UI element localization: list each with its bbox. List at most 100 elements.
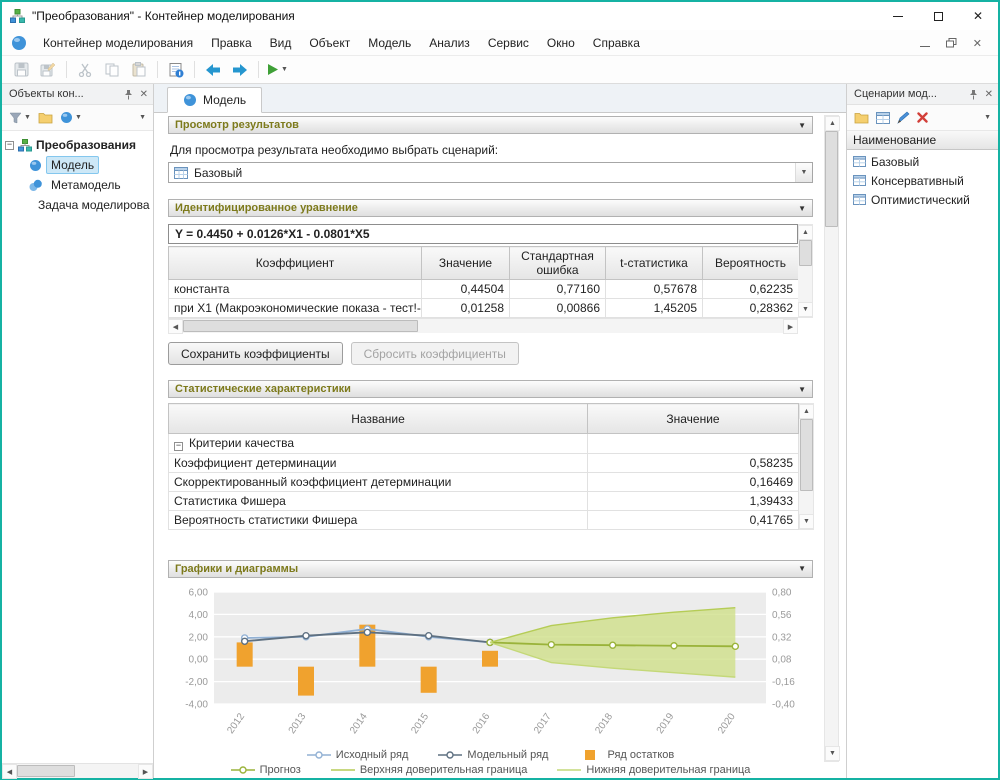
- menu-model[interactable]: Модель: [359, 32, 420, 54]
- filter-button[interactable]: ▼: [7, 107, 33, 129]
- coefficients-hscrollbar: ◀ ▶: [168, 318, 798, 333]
- scroll-thumb[interactable]: [799, 240, 812, 266]
- scroll-thumb[interactable]: [17, 765, 75, 777]
- scroll-up-button[interactable]: ▲: [799, 404, 814, 419]
- collapse-arrow-icon[interactable]: ▼: [798, 204, 806, 213]
- app-menu-button[interactable]: [6, 32, 32, 54]
- scenario-item-optimistic[interactable]: Оптимистический: [847, 190, 998, 209]
- table-row[interactable]: Статистика Фишера 1,39433: [169, 491, 799, 510]
- new-scenario-button[interactable]: [874, 107, 892, 129]
- menu-analysis[interactable]: Анализ: [420, 32, 479, 54]
- forward-button[interactable]: [227, 58, 253, 82]
- table-row[interactable]: Вероятность статистики Фишера 0,41765: [169, 510, 799, 529]
- scroll-thumb[interactable]: [825, 131, 838, 227]
- menu-service[interactable]: Сервис: [479, 32, 538, 54]
- column-header-name[interactable]: Название: [169, 404, 588, 434]
- collapse-expander[interactable]: [174, 442, 183, 451]
- table-row[interactable]: Скорректированный коэффициент детерминац…: [169, 472, 799, 491]
- scroll-down-button[interactable]: ▼: [825, 746, 840, 761]
- paste-button[interactable]: [126, 58, 152, 82]
- scroll-up-button[interactable]: ▲: [798, 225, 813, 240]
- table-group-row[interactable]: Критерии качества: [169, 434, 799, 454]
- new-folder-button[interactable]: [852, 107, 871, 129]
- scenario-item-conservative[interactable]: Консервативный: [847, 171, 998, 190]
- equation-section-header[interactable]: Идентифицированное уравнение ▼: [168, 199, 813, 217]
- column-header[interactable]: Вероятность: [703, 247, 799, 280]
- panel-close-button[interactable]: ✕: [985, 89, 993, 100]
- scroll-thumb[interactable]: [183, 320, 418, 332]
- pin-button[interactable]: [968, 89, 979, 100]
- scenario-icon: [174, 167, 188, 179]
- menu-object[interactable]: Объект: [300, 32, 359, 54]
- scroll-right-button[interactable]: ▶: [138, 764, 153, 779]
- save-button[interactable]: [8, 58, 34, 82]
- menu-window[interactable]: Окно: [538, 32, 584, 54]
- results-section-header[interactable]: Просмотр результатов ▼: [168, 116, 813, 134]
- column-header-value[interactable]: Значение: [588, 404, 799, 434]
- legend-item: Исходный ряд: [307, 749, 409, 761]
- delete-scenario-button[interactable]: [915, 107, 930, 129]
- tree-item-metamodel[interactable]: Метамодель: [5, 175, 150, 195]
- charts-section-header[interactable]: Графики и диаграммы ▼: [168, 560, 813, 578]
- collapse-arrow-icon[interactable]: ▼: [798, 121, 806, 130]
- tree-item-model[interactable]: Модель: [5, 155, 150, 175]
- scenario-item-base[interactable]: Базовый: [847, 152, 998, 171]
- scroll-track[interactable]: [183, 319, 783, 333]
- objects-tree: Преобразования Модель Метамодель Задача …: [2, 131, 153, 763]
- scroll-track[interactable]: [17, 764, 138, 778]
- tab-model[interactable]: Модель: [167, 87, 262, 113]
- toolbar-overflow-button[interactable]: ▼: [135, 107, 148, 129]
- mdi-restore-button[interactable]: [946, 38, 957, 48]
- dropdown-arrow-icon[interactable]: ▼: [795, 163, 812, 182]
- scroll-right-button[interactable]: ▶: [783, 319, 798, 334]
- tree-root-label: Преобразования: [36, 138, 136, 152]
- column-header[interactable]: t-статистика: [606, 247, 703, 280]
- tree-item-modeling-task[interactable]: Задача моделирования: [5, 195, 150, 215]
- toolbar-separator: [194, 61, 195, 78]
- table-row[interactable]: константа 0,44504 0,77160 0,57678 0,6223…: [169, 280, 799, 299]
- table-row[interactable]: при X1 (Макроэкономические показа - тест…: [169, 299, 799, 318]
- edit-scenario-button[interactable]: [895, 107, 912, 129]
- scroll-left-button[interactable]: ◀: [2, 764, 17, 779]
- mdi-close-button[interactable]: ✕: [973, 36, 982, 50]
- panel-close-button[interactable]: ✕: [140, 89, 148, 100]
- back-button[interactable]: [200, 58, 226, 82]
- collapse-expander[interactable]: [5, 141, 14, 150]
- minimize-button[interactable]: [878, 2, 918, 30]
- scenario-select[interactable]: Базовый ▼: [168, 162, 813, 183]
- properties-button[interactable]: [163, 58, 189, 82]
- menu-container[interactable]: Контейнер моделирования: [34, 32, 202, 54]
- menu-help[interactable]: Справка: [584, 32, 649, 54]
- maximize-button[interactable]: [918, 2, 958, 30]
- scroll-down-button[interactable]: ▼: [799, 514, 814, 529]
- save-all-button[interactable]: [35, 58, 61, 82]
- column-header[interactable]: Коэффициент: [169, 247, 422, 280]
- mdi-close-icon: ✕: [973, 38, 982, 50]
- reset-coefficients-button[interactable]: Сбросить коэффициенты: [351, 342, 519, 365]
- pin-button[interactable]: [123, 89, 134, 100]
- collapse-arrow-icon[interactable]: ▼: [798, 564, 806, 573]
- folder-button[interactable]: [36, 107, 55, 129]
- save-coefficients-button[interactable]: Сохранить коэффициенты: [168, 342, 343, 365]
- menu-view[interactable]: Вид: [261, 32, 301, 54]
- run-icon: [266, 63, 279, 76]
- table-row[interactable]: Коэффициент детерминации 0,58235: [169, 453, 799, 472]
- column-header[interactable]: Стандартная ошибка: [510, 247, 606, 280]
- scroll-down-button[interactable]: ▼: [798, 302, 813, 317]
- scenarios-column-header[interactable]: Наименование: [847, 131, 998, 150]
- close-button[interactable]: ✕: [958, 2, 998, 30]
- tree-root[interactable]: Преобразования: [5, 135, 150, 155]
- copy-button[interactable]: [99, 58, 125, 82]
- statistics-section-header[interactable]: Статистические характеристики ▼: [168, 380, 813, 398]
- menu-edit[interactable]: Правка: [202, 32, 261, 54]
- mdi-minimize-button[interactable]: [920, 36, 930, 50]
- cut-button[interactable]: [72, 58, 98, 82]
- object-type-button[interactable]: ▼: [58, 107, 84, 129]
- scroll-up-button[interactable]: ▲: [825, 116, 840, 131]
- scroll-left-button[interactable]: ◀: [168, 319, 183, 334]
- toolbar-overflow-button[interactable]: ▼: [980, 107, 993, 129]
- scroll-thumb[interactable]: [800, 419, 813, 491]
- column-header[interactable]: Значение: [422, 247, 510, 280]
- collapse-arrow-icon[interactable]: ▼: [798, 385, 806, 394]
- run-button[interactable]: ▼: [264, 58, 290, 82]
